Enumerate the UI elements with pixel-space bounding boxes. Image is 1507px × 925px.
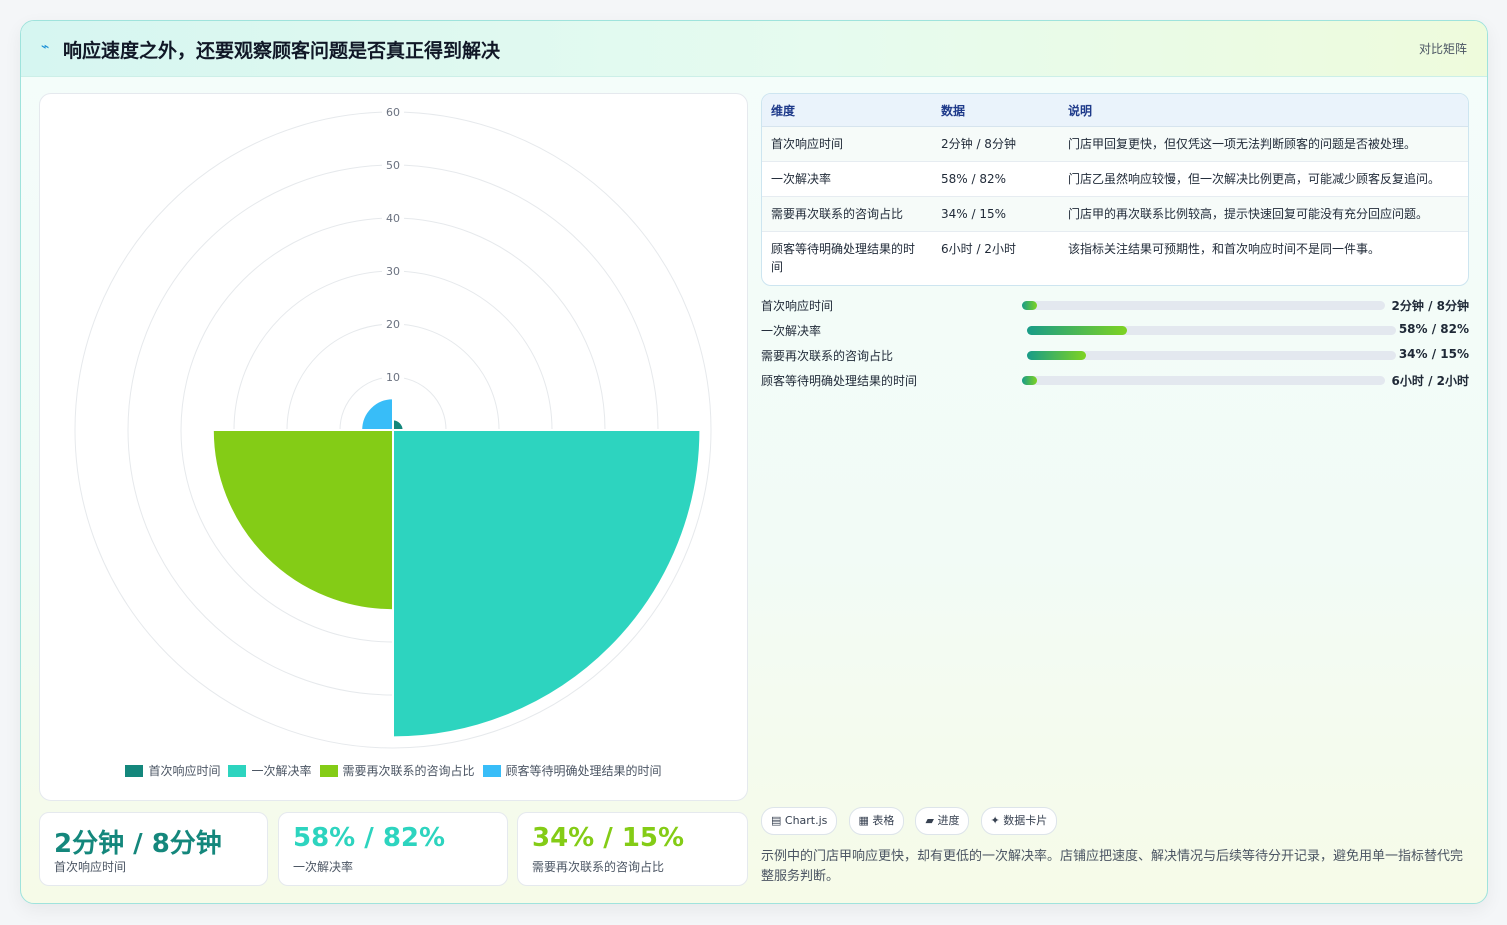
kpi-label: 一次解决率 — [293, 860, 354, 874]
radial-tick-label: 50 — [386, 159, 400, 172]
legend-label: 需要再次联系的咨询占比 — [342, 764, 475, 778]
progress-list: 首次响应时间 2分钟 / 8分钟 一次解决率 58% / 82% 需要再次联系的… — [761, 295, 1469, 395]
progress-label: 首次响应时间 — [761, 299, 834, 313]
pulse-icon: ⌁ — [41, 39, 50, 55]
table-header-description: 说明 — [1059, 94, 1468, 127]
progress-value: 6小时 / 2小时 — [1391, 374, 1469, 388]
table-cell: 34% / 15% — [932, 196, 1059, 232]
polar-segment — [392, 429, 702, 739]
kpi-card-recontact: 34% / 15% 需要再次联系的咨询占比 — [517, 812, 748, 886]
radial-tick-label: 10 — [386, 371, 400, 384]
dashboard-frame: ⌁ 响应速度之外，还要观察顾客问题是否真正得到解决 对比矩阵 10 20 30 40 5… — [20, 20, 1488, 904]
legend-label: 首次响应时间 — [148, 764, 221, 778]
legend-swatch — [125, 765, 144, 777]
radial-tick-label: 30 — [386, 265, 400, 278]
progress-track — [1022, 376, 1385, 385]
table-cell: 6小时 / 2小时 — [941, 242, 1016, 256]
progress-track — [1027, 326, 1396, 335]
chip-chartjs[interactable]: ▤ Chart.js — [761, 807, 838, 835]
table-cell: 2分钟 / 8分钟 — [932, 126, 1059, 162]
table-cell: 需要再次联系的咨询占比 — [762, 196, 932, 232]
polar-segment — [392, 418, 405, 431]
page-title: 响应速度之外，还要观察顾客问题是否真正得到解决 — [63, 40, 501, 62]
progress-row: 需要再次联系的咨询占比 34% / 15% — [761, 345, 1469, 370]
legend-item[interactable]: 一次解决率 — [228, 762, 312, 779]
table-row: 顾客等待明确处理结果的时间 6小时 / 2小时 该指标关注结果可预期性，和首次响… — [762, 232, 1468, 286]
progress-label: 顾客等待明确处理结果的时间 — [761, 374, 918, 388]
kpi-label: 首次响应时间 — [54, 860, 127, 874]
radial-tick-label: 60 — [386, 106, 400, 119]
kpi-value: 2分钟 / 8分钟 — [54, 829, 222, 859]
summary-note: 示例中的门店甲响应更快，却有更低的一次解决率。店铺应把速度、解决情况与后续等待分… — [761, 849, 1464, 884]
polar-chart-card: 10 20 30 40 50 60 首次响应时间 一次解决率 需要再次联系的咨询占比 顾客等待明… — [39, 93, 748, 801]
progress-fill — [1027, 351, 1087, 360]
radial-tick-label: 20 — [386, 318, 400, 331]
kpi-value: 58% / 82% — [293, 823, 446, 853]
table-cell: 顾客等待明确处理结果的时间 — [771, 242, 916, 274]
table-cell: 首次响应时间 — [762, 126, 932, 162]
kpi-card-first-resolution: 58% / 82% 一次解决率 — [278, 812, 508, 886]
legend-item[interactable]: 需要再次联系的咨询占比 — [319, 762, 475, 779]
kpi-card-first-response: 2分钟 / 8分钟 首次响应时间 — [39, 812, 268, 886]
chip-table[interactable]: ▦ 表格 — [848, 807, 905, 835]
table-cell: 门店乙虽然响应较慢，但一次解决比例更高，可能减少顾客反复追问。 — [1059, 161, 1468, 197]
progress-label: 需要再次联系的咨询占比 — [761, 349, 894, 363]
progress-row: 顾客等待明确处理结果的时间 6小时 / 2小时 — [761, 370, 1469, 395]
kpi-label: 需要再次联系的咨询占比 — [532, 860, 665, 874]
legend-swatch — [482, 765, 501, 777]
chip-progress[interactable]: ▰ 进度 — [915, 807, 970, 835]
comparison-table-card: 维度 数据 说明 首次响应时间 2分钟 / 8分钟 门店甲回复更快，但仅凭这一项… — [761, 93, 1469, 286]
polar-segment — [211, 429, 394, 612]
progress-value: 58% / 82% — [1398, 322, 1469, 336]
table-row: 一次解决率 58% / 82% 门店乙虽然响应较慢，但一次解决比例更高，可能减少… — [762, 161, 1468, 197]
polar-area-chart: 10 20 30 40 50 60 — [74, 104, 712, 749]
table-cell: 该指标关注结果可预期性，和首次响应时间不是同一件事。 — [1068, 242, 1381, 256]
table-cell: 门店甲的再次联系比例较高，提示快速回复可能没有充分回应问题。 — [1059, 196, 1468, 232]
legend-swatch — [319, 765, 338, 777]
polar-segment — [360, 397, 394, 431]
legend-swatch — [228, 765, 247, 777]
radial-tick-label: 40 — [386, 212, 400, 225]
table-header-dimension: 维度 — [762, 94, 932, 127]
progress-label: 一次解决率 — [761, 324, 822, 338]
kpi-value: 34% / 15% — [532, 823, 685, 853]
chart-legend: 首次响应时间 一次解决率 需要再次联系的咨询占比 顾客等待明确处理结果的时间 — [40, 762, 747, 779]
comparison-table: 维度 数据 说明 首次响应时间 2分钟 / 8分钟 门店甲回复更快，但仅凭这一项… — [762, 94, 1468, 286]
view-tag[interactable]: 对比矩阵 — [1419, 40, 1467, 57]
table-header-data: 数据 — [932, 94, 1059, 127]
table-cell: 门店甲回复更快，但仅凭这一项无法判断顾客的问题是否被处理。 — [1059, 126, 1468, 162]
progress-fill — [1022, 301, 1037, 310]
legend-label: 顾客等待明确处理结果的时间 — [505, 764, 662, 778]
header-bar: ⌁ 响应速度之外，还要观察顾客问题是否真正得到解决 对比矩阵 — [21, 21, 1487, 77]
progress-row: 首次响应时间 2分钟 / 8分钟 — [761, 295, 1469, 320]
table-row: 首次响应时间 2分钟 / 8分钟 门店甲回复更快，但仅凭这一项无法判断顾客的问题… — [762, 126, 1468, 162]
table-row: 需要再次联系的咨询占比 34% / 15% 门店甲的再次联系比例较高，提示快速回… — [762, 196, 1468, 232]
legend-label: 一次解决率 — [251, 764, 312, 778]
progress-fill — [1022, 376, 1037, 385]
progress-value: 34% / 15% — [1398, 347, 1469, 361]
progress-track — [1022, 301, 1385, 310]
legend-item[interactable]: 顾客等待明确处理结果的时间 — [482, 762, 662, 779]
progress-value: 2分钟 / 8分钟 — [1391, 299, 1469, 313]
table-cell: 58% / 82% — [932, 161, 1059, 197]
chip-data-cards[interactable]: ✦ 数据卡片 — [980, 807, 1058, 835]
table-cell: 一次解决率 — [762, 161, 932, 197]
progress-track — [1027, 351, 1396, 360]
tech-chips: ▤ Chart.js ▦ 表格 ▰ 进度 ✦ 数据卡片 — [761, 807, 1063, 835]
legend-item[interactable]: 首次响应时间 — [125, 762, 220, 779]
progress-fill — [1027, 326, 1127, 335]
progress-row: 一次解决率 58% / 82% — [761, 320, 1469, 345]
